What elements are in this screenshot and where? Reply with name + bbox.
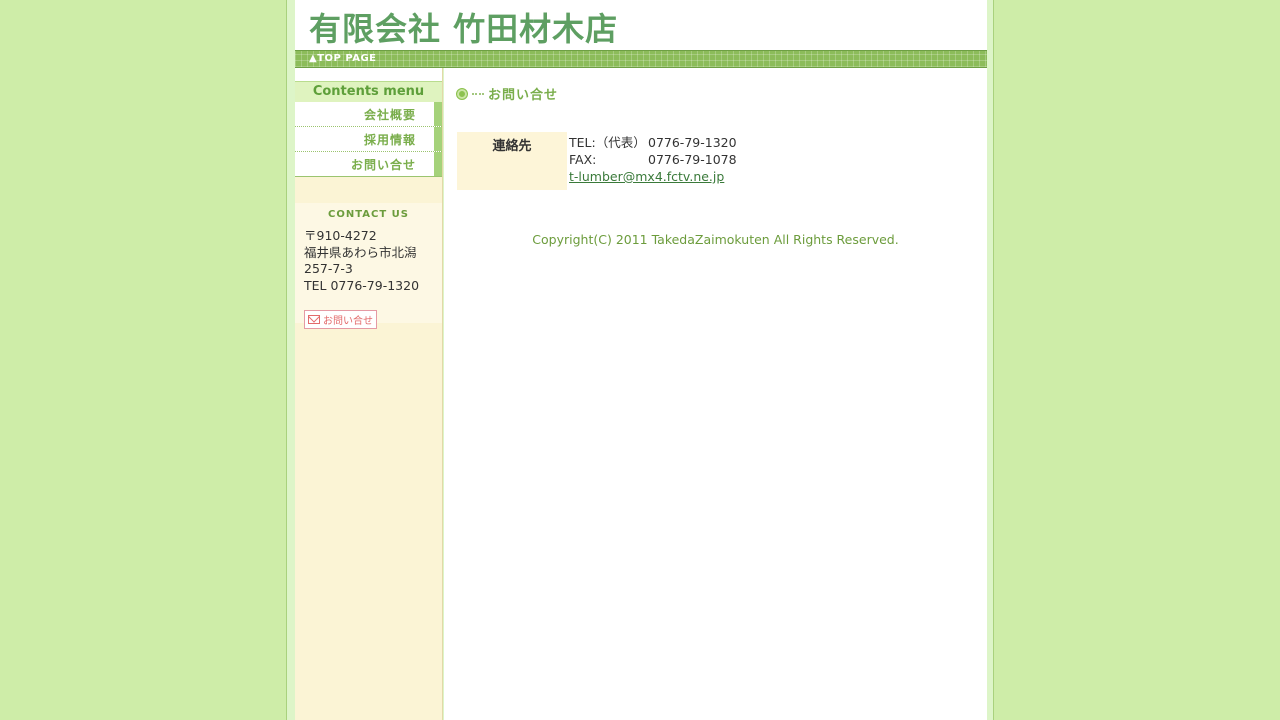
tel-value: 0776-79-1320: [648, 135, 737, 150]
inquiry-button[interactable]: お問い合せ: [304, 310, 377, 329]
fax-row: FAX: 0776-79-1078: [569, 151, 737, 168]
mail-icon: [308, 315, 320, 324]
contact-us-box: CONTACT US 〒910-4272 福井県あわら市北潟 257-7-3 T…: [295, 203, 442, 329]
contact-us-title: CONTACT US: [328, 209, 409, 220]
fax-label: FAX:: [569, 152, 597, 167]
email-link[interactable]: t-lumber@mx4.fctv.ne.jp: [569, 168, 724, 185]
dotted-divider: [472, 92, 484, 95]
page-frame: 有限会社 竹田材木店 ▲TOP PAGE Contents menu 会社概要 …: [286, 0, 994, 720]
fax-value: 0776-79-1078: [648, 152, 737, 167]
sidebar-item-label: お問い合せ: [350, 158, 416, 172]
phone-number: TEL 0776-79-1320: [304, 277, 420, 293]
table-row: 連絡先 TEL:（代表） 0776-79-1320 FAX: 0776-79-1…: [457, 132, 739, 190]
page-title: お問い合せ: [488, 88, 559, 103]
email-row: t-lumber@mx4.fctv.ne.jp: [569, 168, 737, 185]
inquiry-button-label: お問い合せ: [323, 316, 373, 327]
sidebar-item-label: 会社概要: [363, 108, 416, 122]
contact-table-header: 連絡先: [457, 132, 567, 190]
postal-code: 〒910-4272: [304, 228, 377, 243]
contact-info-table: 連絡先 TEL:（代表） 0776-79-1320 FAX: 0776-79-1…: [457, 132, 739, 190]
sidebar-item-inquiry[interactable]: お問い合せ: [295, 152, 442, 177]
contents-menu: 会社概要 採用情報 お問い合せ: [295, 102, 442, 177]
menu-tab-marker: [434, 152, 442, 176]
top-nav-bar: ▲TOP PAGE: [295, 50, 987, 68]
top-page-link[interactable]: ▲TOP PAGE: [309, 53, 377, 64]
contents-menu-title: Contents menu: [295, 81, 442, 102]
main-content: お問い合せ 連絡先 TEL:（代表） 0776-79-1320 FAX: 077…: [444, 68, 987, 720]
sidebar-item-label: 採用情報: [363, 133, 416, 147]
tel-label: TEL:（代表）: [569, 135, 646, 150]
menu-tab-marker: [434, 102, 442, 126]
site-title: 有限会社 竹田材木店: [309, 10, 619, 48]
section-heading: お問い合せ: [456, 84, 558, 103]
site-header: 有限会社 竹田材木店: [295, 0, 987, 50]
sidebar-item-recruitment[interactable]: 採用情報: [295, 127, 442, 152]
sidebar-item-company-profile[interactable]: 会社概要: [295, 102, 442, 127]
circle-bullet-icon: [456, 87, 468, 100]
right-border-strip: [987, 68, 993, 720]
address-line-2: 257-7-3: [304, 261, 353, 276]
address-line-1: 福井県あわら市北潟: [304, 244, 417, 260]
menu-tab-marker: [434, 127, 442, 151]
sidebar-spacer: [295, 68, 442, 81]
copyright-notice: Copyright(C) 2011 TakedaZaimokuten All R…: [532, 232, 899, 247]
contact-details: TEL:（代表） 0776-79-1320 FAX: 0776-79-1078 …: [567, 132, 739, 190]
tel-row: TEL:（代表） 0776-79-1320: [569, 134, 737, 151]
sidebar: Contents menu 会社概要 採用情報 お問い合せ CONTACT US…: [295, 68, 443, 720]
